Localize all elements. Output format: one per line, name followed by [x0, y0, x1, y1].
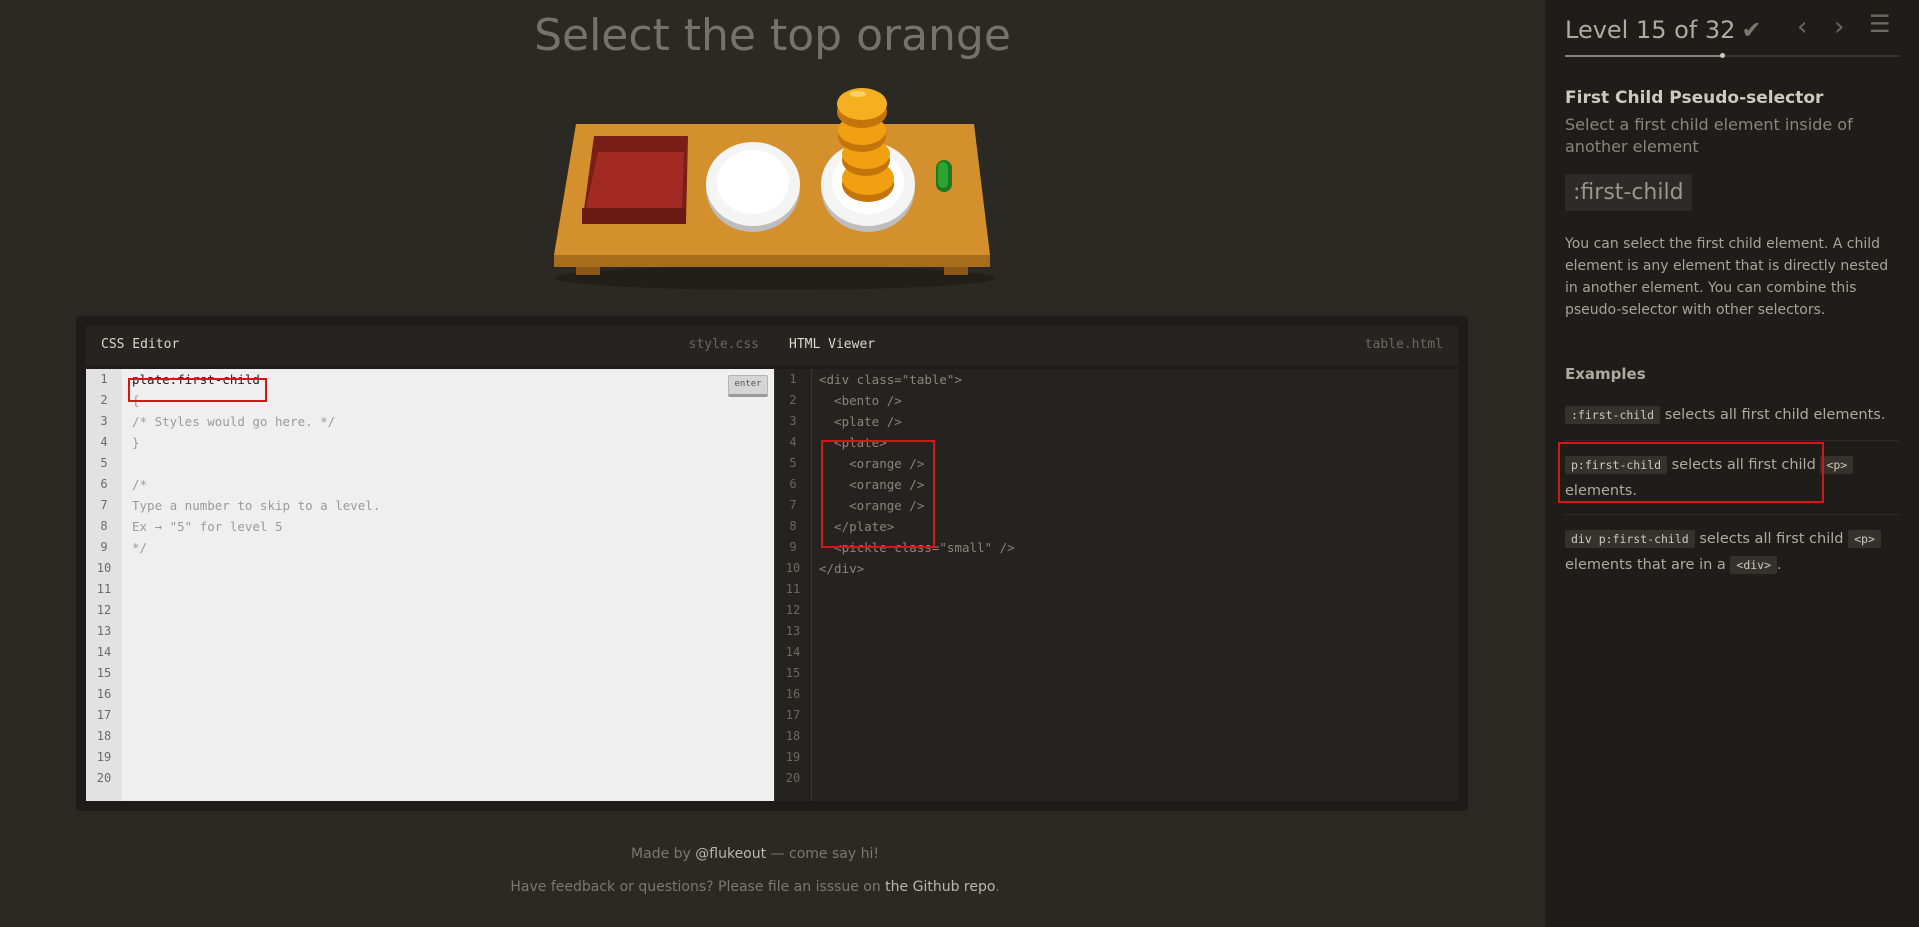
table-scene — [540, 80, 1010, 310]
bento-box — [582, 136, 688, 224]
table-leg — [944, 267, 968, 275]
next-level-icon[interactable]: › — [1834, 12, 1844, 42]
table-leg — [576, 267, 600, 275]
html-line[interactable]: <div class="table"> — [819, 369, 1015, 390]
html-line[interactable]: <plate /> — [819, 411, 1015, 432]
table-edge — [554, 255, 990, 267]
footer-feedback: Have feedback or questions? Please file … — [510, 879, 1000, 895]
plate-empty — [706, 142, 800, 232]
selector-summary: Select a first child element inside of a… — [1565, 115, 1853, 156]
game-area: Select the top orange CSS Editor style.c… — [0, 0, 1545, 927]
author-link[interactable]: @flukeout — [695, 846, 766, 862]
css-file-name: style.css — [688, 337, 759, 352]
table-illustration — [554, 88, 995, 290]
example-item: div p:first-child selects all first chil… — [1565, 526, 1901, 578]
html-line[interactable]: <bento /> — [819, 390, 1015, 411]
html-line[interactable]: </div> — [819, 558, 1015, 579]
css-editor-header: CSS Editor style.css — [86, 326, 774, 367]
github-repo-link[interactable]: the Github repo — [885, 879, 995, 895]
checkmark-icon: ✔ — [1741, 16, 1762, 44]
highlight-css-input — [128, 378, 267, 402]
highlight-example — [1558, 442, 1824, 503]
css-editor-title: CSS Editor — [101, 337, 180, 352]
enter-button[interactable]: enter — [728, 375, 768, 397]
menu-icon[interactable]: ☰ — [1869, 10, 1891, 38]
sidebar: Level 15 of 32 ✔ ‹ › ☰ First Child Pseudo… — [1545, 0, 1919, 927]
html-viewer-title: HTML Viewer — [789, 337, 876, 352]
html-file-name: table.html — [1364, 337, 1443, 352]
level-progress-bar — [1565, 53, 1899, 58]
css-line-numbers: 1 2 3 4 5 6 7 8 9 10 11 12 13 14 15 16 17 18 19 20 — [86, 369, 122, 801]
footer-credit: Made by @flukeout — come say hi! — [631, 846, 879, 862]
selector-name: First Child Pseudo-selector — [1565, 88, 1824, 108]
plate-with-oranges — [821, 88, 915, 232]
html-viewer-header: HTML Viewer table.html — [774, 326, 1458, 367]
html-line-numbers: 1 2 3 4 5 6 7 8 9 10 11 12 13 14 15 16 17 18 19 20 — [775, 369, 812, 801]
previous-level-icon[interactable]: ‹ — [1797, 12, 1807, 42]
level-instruction: Select the top orange — [534, 10, 1011, 61]
examples-heading: Examples — [1565, 365, 1646, 383]
selector-syntax: :first-child — [1565, 174, 1692, 211]
selector-description: You can select the first child element. … — [1565, 236, 1889, 318]
highlight-html-plate — [821, 440, 935, 548]
level-indicator[interactable]: Level 15 of 32 ✔ — [1565, 16, 1762, 44]
example-item: :first-child selects all first child ele… — [1565, 402, 1901, 428]
editor-panel: CSS Editor style.css HTML Viewer table.h… — [76, 316, 1468, 811]
pickle-small — [936, 160, 952, 192]
